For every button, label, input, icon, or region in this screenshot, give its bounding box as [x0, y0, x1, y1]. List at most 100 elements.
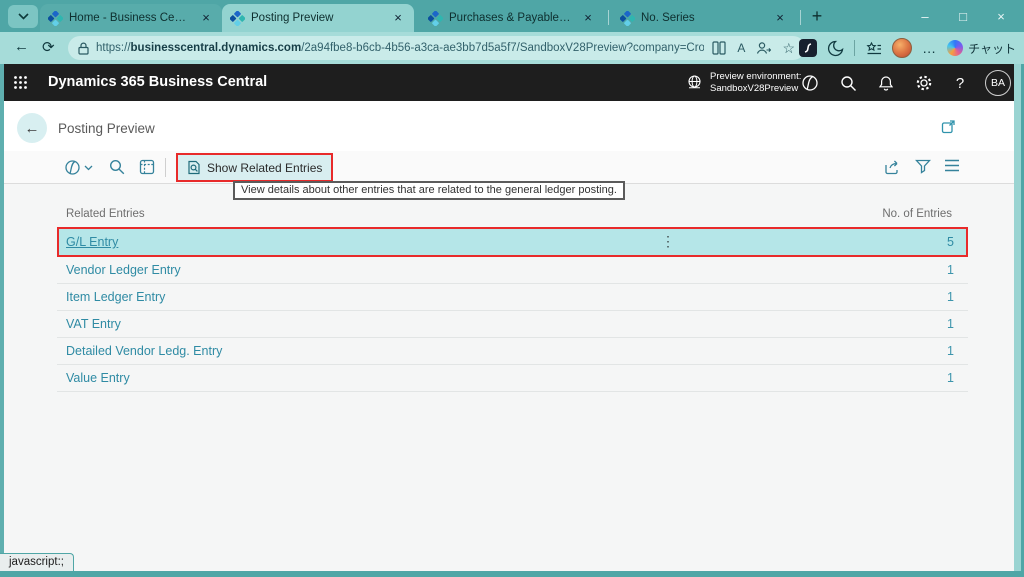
environment-label: Preview environment: SandboxV28Preview [710, 71, 801, 94]
tooltip: View details about other entries that ar… [233, 181, 625, 200]
tab-close-icon[interactable]: × [772, 10, 788, 26]
copilot-header-icon[interactable] [799, 72, 821, 94]
maximize-button[interactable]: □ [944, 0, 982, 32]
dynamics-favicon [428, 11, 443, 26]
environment-button[interactable]: Preview environment: SandboxV28Preview [686, 71, 801, 94]
split-screen-icon[interactable] [712, 41, 726, 55]
entry-link[interactable]: Detailed Vendor Ledg. Entry [66, 344, 222, 358]
analyze-icon[interactable] [139, 159, 155, 175]
page-back-button[interactable]: ← [17, 113, 47, 143]
address-bar-right: … チャット [799, 32, 1016, 64]
copilot-dropdown-icon[interactable] [64, 159, 93, 176]
tab-label: Purchases & Payables Setup [449, 12, 574, 24]
popout-icon[interactable] [941, 119, 956, 139]
table-row-value-entry[interactable]: Value Entry 1 [57, 365, 968, 392]
browser-settings-menu-icon[interactable]: … [922, 40, 937, 56]
table-row-item-ledger-entry[interactable]: Item Ledger Entry 1 [57, 284, 968, 311]
entry-link[interactable]: G/L Entry [66, 235, 118, 249]
user-avatar[interactable]: BA [985, 70, 1011, 96]
copilot-icon [947, 40, 963, 56]
search-icon[interactable] [837, 72, 859, 94]
copilot-chat-button[interactable]: チャット [947, 40, 1016, 57]
show-related-entries-button[interactable]: Show Related Entries [178, 155, 331, 180]
close-window-button[interactable]: × [982, 0, 1020, 32]
annotation-box-show-related: Show Related Entries [176, 153, 333, 182]
favorites-star-icon[interactable]: ☆ [782, 40, 795, 57]
toolbar-search-icon[interactable] [109, 159, 125, 175]
cookie-extension-icon[interactable] [827, 40, 844, 57]
row-menu-icon[interactable]: ⋮ [661, 233, 675, 250]
profile-switch-icon[interactable] [756, 41, 771, 55]
url-text: https://businesscentral.dynamics.com/2a9… [96, 42, 704, 54]
table-row-gl-entry[interactable]: G/L Entry ⋮ 5 [57, 227, 968, 257]
column-header-no-of-entries: No. of Entries [882, 208, 952, 220]
page-title: Posting Preview [58, 121, 155, 136]
bc-app-header: Dynamics 365 Business Central Preview en… [0, 64, 1024, 101]
app-title[interactable]: Dynamics 365 Business Central [48, 74, 267, 90]
browser-refresh-button[interactable]: ⟳ [42, 38, 55, 56]
notifications-bell-icon[interactable] [875, 72, 897, 94]
content-area: Related Entries No. of Entries G/L Entry… [0, 184, 1024, 571]
tab-close-icon[interactable]: × [198, 10, 214, 26]
show-related-entries-label: Show Related Entries [207, 161, 322, 175]
browser-tab-no-series[interactable]: No. Series × [612, 4, 796, 32]
show-related-entries-icon [187, 160, 201, 175]
browser-tab-posting-preview[interactable]: Posting Preview × [222, 4, 414, 32]
collections-icon[interactable] [865, 41, 882, 56]
toolbar-divider [854, 40, 855, 56]
help-icon[interactable]: ? [949, 72, 971, 94]
tab-search-button[interactable] [8, 5, 38, 28]
dynamics-favicon [48, 11, 63, 26]
window-frame-left [0, 64, 4, 577]
window-frame-right [1014, 64, 1024, 577]
dynamics-favicon [620, 11, 635, 26]
share-icon[interactable] [884, 159, 902, 175]
environment-globe-icon [686, 74, 703, 91]
link-status-bubble: javascript:; [0, 553, 74, 571]
settings-gear-icon[interactable] [913, 72, 935, 94]
tab-label: Home - Business Central Admin C [69, 12, 192, 24]
window-frame-bottom [0, 571, 1024, 577]
entry-link[interactable]: VAT Entry [66, 317, 121, 331]
browser-address-bar: ← ⟳ https://businesscentral.dynamics.com… [0, 32, 1024, 64]
chevron-down-icon [18, 13, 29, 20]
tab-divider [800, 10, 801, 25]
url-bar[interactable]: https://businesscentral.dynamics.com/2a9… [68, 36, 805, 60]
entry-link[interactable]: Vendor Ledger Entry [66, 263, 181, 277]
tab-label: Posting Preview [251, 12, 384, 24]
browser-tab-home[interactable]: Home - Business Central Admin C × [40, 4, 222, 32]
lock-icon [78, 42, 89, 55]
entry-link[interactable]: Item Ledger Entry [66, 290, 165, 304]
entry-count: 1 [947, 371, 954, 385]
table-row-detailed-vendor-ledg-entry[interactable]: Detailed Vendor Ledg. Entry 1 [57, 338, 968, 365]
list-options-icon[interactable] [944, 159, 960, 172]
new-tab-button[interactable]: + [806, 6, 828, 28]
tab-close-icon[interactable]: × [390, 10, 406, 26]
toolbar-divider [165, 158, 166, 177]
column-header-related-entries: Related Entries [66, 208, 145, 220]
table-row-vendor-ledger-entry[interactable]: Vendor Ledger Entry 1 [57, 257, 968, 284]
extension-icon[interactable] [799, 39, 817, 57]
dynamics-favicon [230, 11, 245, 26]
minimize-button[interactable]: – [906, 0, 944, 32]
browser-tab-purchases-setup[interactable]: Purchases & Payables Setup × [420, 4, 604, 32]
copilot-chat-label: チャット [968, 40, 1016, 57]
window-controls: – □ × [906, 0, 1020, 32]
entry-count: 1 [947, 317, 954, 331]
page-toolbar [0, 151, 1024, 184]
browser-window: Home - Business Central Admin C × Postin… [0, 0, 1024, 577]
related-entries-table: G/L Entry ⋮ 5 Vendor Ledger Entry 1 Item… [57, 227, 968, 392]
filter-icon[interactable] [915, 159, 931, 174]
url-bar-icons: A ☆ [712, 40, 795, 57]
browser-profile-avatar[interactable] [892, 38, 912, 58]
entry-count: 1 [947, 344, 954, 358]
browser-back-button[interactable]: ← [14, 38, 29, 55]
table-row-vat-entry[interactable]: VAT Entry 1 [57, 311, 968, 338]
tab-divider [608, 10, 609, 25]
app-launcher-icon[interactable] [13, 75, 28, 90]
tab-label: No. Series [641, 12, 766, 24]
entry-count: 1 [947, 263, 954, 277]
read-aloud-icon[interactable]: A [737, 41, 745, 55]
entry-link[interactable]: Value Entry [66, 371, 130, 385]
tab-close-icon[interactable]: × [580, 10, 596, 26]
